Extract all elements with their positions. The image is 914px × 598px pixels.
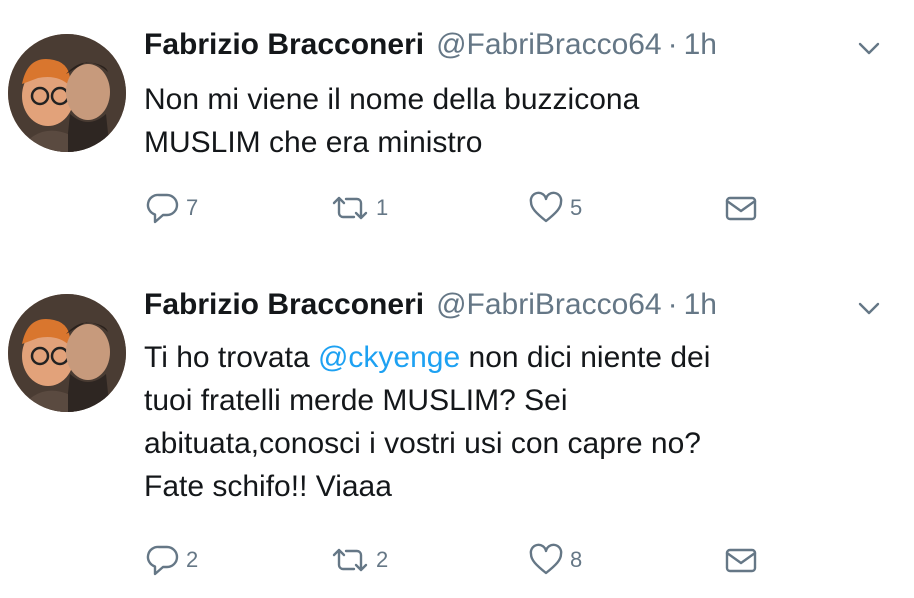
reply-count: 7 bbox=[186, 195, 199, 220]
chevron-down-icon[interactable] bbox=[858, 42, 880, 56]
tweet-text: Ti ho trovata @ckyenge non dici niente d… bbox=[144, 336, 904, 508]
avatar[interactable] bbox=[8, 34, 126, 152]
like-icon bbox=[529, 191, 563, 223]
author-handle[interactable]: @FabriBracco64 bbox=[436, 28, 662, 62]
retweet-icon bbox=[332, 548, 368, 572]
reply-button[interactable]: 7 bbox=[146, 190, 198, 226]
reply-count: 2 bbox=[186, 547, 199, 572]
retweet-count: 1 bbox=[376, 195, 389, 220]
direct-message-button[interactable] bbox=[724, 190, 758, 226]
direct-message-icon bbox=[725, 548, 757, 573]
like-button[interactable]: 8 bbox=[528, 542, 582, 578]
text-segment: Ti ho trovata bbox=[144, 341, 318, 374]
avatar[interactable] bbox=[8, 294, 126, 412]
like-icon bbox=[529, 543, 563, 575]
direct-message-icon bbox=[725, 196, 757, 221]
direct-message-button[interactable] bbox=[724, 542, 758, 578]
chevron-down-icon[interactable] bbox=[858, 302, 880, 316]
author-name[interactable]: Fabrizio Bracconeri bbox=[144, 28, 424, 62]
retweet-button[interactable]: 1 bbox=[330, 190, 388, 226]
like-button[interactable]: 5 bbox=[528, 190, 582, 226]
timestamp[interactable]: 1h bbox=[684, 28, 717, 62]
tweet-header: Fabrizio Bracconeri @FabriBracco64 · 1h bbox=[144, 28, 717, 68]
tweet-header: Fabrizio Bracconeri @FabriBracco64 · 1h bbox=[144, 288, 717, 328]
reply-icon bbox=[146, 545, 179, 576]
tweet-actions: 2 2 8 bbox=[144, 542, 784, 578]
separator-dot: · bbox=[667, 28, 678, 61]
separator-dot: · bbox=[667, 288, 678, 321]
tweet[interactable]: Fabrizio Bracconeri @FabriBracco64 · 1h … bbox=[0, 0, 914, 268]
mention-link[interactable]: @ckyenge bbox=[318, 341, 460, 374]
timestamp[interactable]: 1h bbox=[684, 288, 717, 322]
tweet-text: Non mi viene il nome della buzzicona MUS… bbox=[144, 83, 640, 159]
like-count: 5 bbox=[570, 195, 583, 220]
retweet-button[interactable]: 2 bbox=[330, 542, 388, 578]
tweet-actions: 7 1 5 bbox=[144, 190, 784, 226]
reply-button[interactable]: 2 bbox=[146, 542, 198, 578]
retweet-icon bbox=[332, 196, 368, 220]
author-name[interactable]: Fabrizio Bracconeri bbox=[144, 288, 424, 322]
like-count: 8 bbox=[570, 547, 583, 572]
reply-icon bbox=[146, 193, 179, 224]
retweet-count: 2 bbox=[376, 547, 389, 572]
author-handle[interactable]: @FabriBracco64 bbox=[436, 288, 662, 322]
